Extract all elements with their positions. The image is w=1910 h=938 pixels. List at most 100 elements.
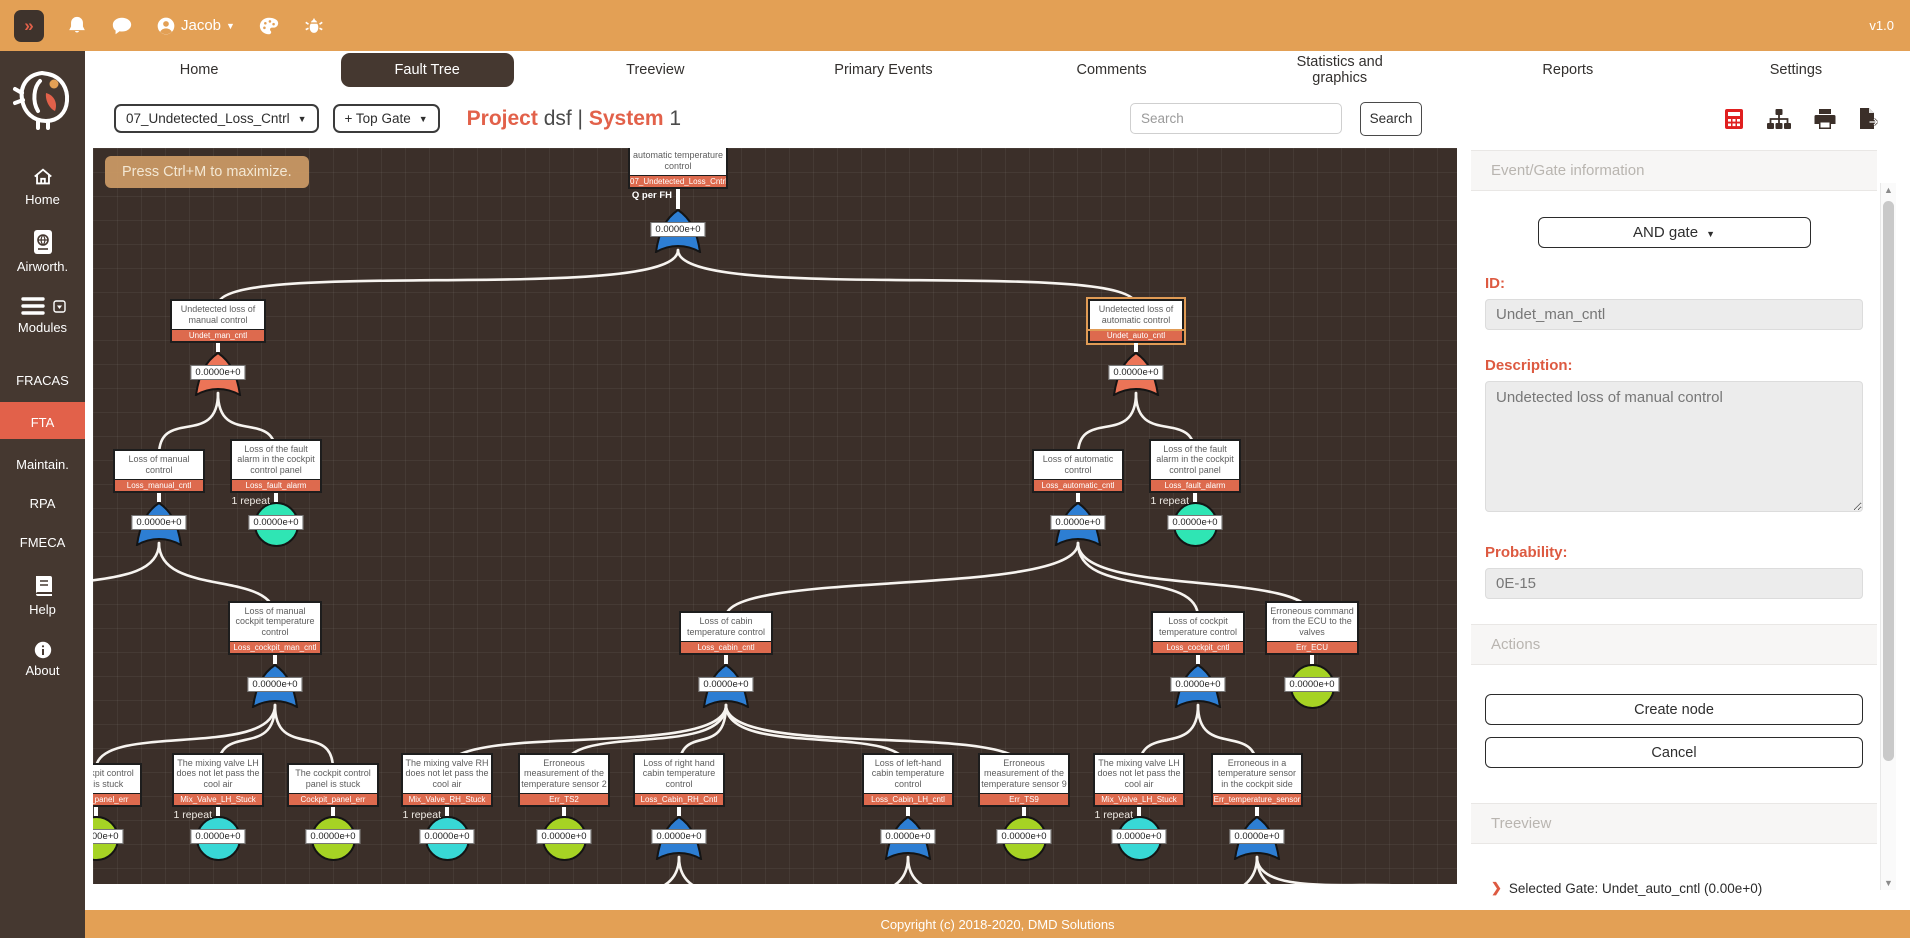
- top-gate-dropdown[interactable]: + Top Gate▼: [333, 104, 440, 133]
- node-description: Loss of automatic control: [1032, 449, 1124, 479]
- tree-node[interactable]: Loss of manual controlLoss_manual_cntl0.…: [113, 479, 205, 546]
- description-label: Description:: [1485, 357, 1863, 374]
- bug-icon[interactable]: [303, 15, 325, 37]
- node-description: The cockpit control panel is stuck: [93, 763, 142, 793]
- node-connector: [1310, 655, 1314, 664]
- gate-type-dropdown[interactable]: AND gate▼: [1538, 217, 1811, 248]
- sidebar-item-about[interactable]: About: [0, 635, 85, 684]
- maximize-tooltip: Press Ctrl+M to maximize.: [105, 156, 309, 188]
- fault-tree-canvas[interactable]: Press Ctrl+M to maximize. Either manual …: [93, 148, 1457, 884]
- node-description: The mixing valve RH does not let pass th…: [401, 753, 493, 793]
- sidebar-item-airworthiness[interactable]: Airworth.: [0, 223, 85, 280]
- export-file-icon[interactable]: [1858, 107, 1878, 130]
- tree-node[interactable]: Loss of manual cockpit temperature contr…: [228, 641, 322, 708]
- tab-fault-tree[interactable]: Fault Tree: [313, 53, 541, 87]
- tree-node[interactable]: Loss of the fault alarm in the cockpit c…: [230, 479, 322, 546]
- tree-node[interactable]: Loss of left-hand cabin temperature cont…: [862, 793, 954, 860]
- chat-icon[interactable]: [110, 15, 134, 37]
- chevron-down-icon: ▼: [226, 21, 235, 31]
- tab-treeview[interactable]: Treeview: [541, 53, 769, 87]
- node-value: 0.0000e+0: [305, 829, 360, 844]
- create-node-button[interactable]: Create node: [1485, 694, 1863, 725]
- tab-statistics[interactable]: Statistics and graphics: [1226, 45, 1454, 95]
- section-treeview: Treeview: [1471, 803, 1877, 844]
- cancel-button[interactable]: Cancel: [1485, 737, 1863, 768]
- calculator-icon[interactable]: [1724, 108, 1744, 130]
- tree-node[interactable]: Undetected loss of manual controlUndet_m…: [170, 329, 266, 396]
- scroll-down-icon[interactable]: ▼: [1881, 878, 1896, 888]
- sidebar-item-help[interactable]: Help: [0, 568, 85, 623]
- node-id-label: Loss_cockpit_man_cntl: [228, 641, 322, 655]
- node-value: 0.0000e+0: [1229, 829, 1284, 844]
- tree-node[interactable]: Loss of cabin temperature controlLoss_ca…: [679, 641, 773, 708]
- tree-node[interactable]: The mixing valve LH does not let pass th…: [172, 793, 264, 860]
- tab-home[interactable]: Home: [85, 53, 313, 87]
- user-menu[interactable]: Jacob ▼: [156, 16, 235, 36]
- tree-node[interactable]: Erroneous measurement of the temperature…: [978, 793, 1070, 860]
- node-connector: [1196, 655, 1200, 664]
- node-description: Erroneous command from the ECU to the va…: [1265, 601, 1359, 641]
- tree-node[interactable]: The cockpit control panel is stuckCockpi…: [93, 793, 142, 860]
- nav-tabs: Home Fault Tree Treeview Primary Events …: [85, 51, 1910, 89]
- node-description: Erroneous measurement of the temperature…: [978, 753, 1070, 793]
- tab-reports[interactable]: Reports: [1454, 53, 1682, 87]
- node-value: 0.0000e+0: [93, 829, 124, 844]
- tree-node[interactable]: Loss of the fault alarm in the cockpit c…: [1149, 479, 1241, 546]
- user-icon: [156, 16, 176, 36]
- sidebar-item-maintain[interactable]: Maintain.: [0, 447, 85, 478]
- tree-node[interactable]: The mixing valve LH does not let pass th…: [1093, 793, 1185, 860]
- node-description: The mixing valve LH does not let pass th…: [172, 753, 264, 793]
- scroll-up-icon[interactable]: ▲: [1881, 185, 1896, 195]
- repeat-label: 1 repeat: [173, 809, 212, 821]
- tree-node[interactable]: Erroneous in a temperature sensor in the…: [1211, 793, 1303, 860]
- tree-node[interactable]: The mixing valve RH does not let pass th…: [401, 793, 493, 860]
- node-value: 0.0000e+0: [650, 222, 705, 237]
- q-per-fh-label: Q per FH: [632, 190, 672, 201]
- fault-tree-select[interactable]: 07_Undetected_Loss_Cntrl▼: [114, 104, 319, 133]
- panel-scrollbar[interactable]: ▲ ▼: [1880, 183, 1896, 890]
- tree-node[interactable]: Loss of right hand cabin temperature con…: [633, 793, 725, 860]
- node-connector: [906, 807, 910, 816]
- sidebar-item-fracas[interactable]: FRACAS: [0, 363, 85, 394]
- footer: Copyright (c) 2018-2020, DMD Solutions: [85, 910, 1910, 938]
- chevron-down-icon: ▼: [298, 114, 307, 124]
- palette-icon[interactable]: [257, 15, 281, 37]
- node-value: 0.0000e+0: [880, 829, 935, 844]
- node-description: Erroneous in a temperature sensor in the…: [1211, 753, 1303, 793]
- node-connector: [1255, 807, 1259, 816]
- print-icon[interactable]: [1814, 108, 1836, 130]
- probability-label: Probability:: [1485, 544, 1863, 561]
- bell-icon[interactable]: [66, 15, 88, 37]
- node-id-label: Err_temperature_sensor: [1211, 793, 1303, 807]
- sitemap-icon[interactable]: [1766, 108, 1792, 130]
- tree-node[interactable]: Erroneous measurement of the temperature…: [518, 793, 610, 860]
- node-id-label: Mix_Valve_RH_Stuck: [401, 793, 493, 807]
- search-input[interactable]: [1130, 103, 1342, 134]
- node-value: 0.0000e+0: [1050, 515, 1105, 530]
- node-description: Loss of cockpit temperature control: [1151, 611, 1245, 641]
- sidebar-item-rpa[interactable]: RPA: [0, 486, 85, 517]
- sidebar-item-fmeca[interactable]: FMECA: [0, 525, 85, 556]
- tab-primary-events[interactable]: Primary Events: [769, 53, 997, 87]
- id-field[interactable]: [1485, 299, 1863, 330]
- tree-node[interactable]: Loss of cockpit temperature controlLoss_…: [1151, 641, 1245, 708]
- probability-field[interactable]: [1485, 568, 1863, 599]
- tree-node[interactable]: Undetected loss of automatic controlUnde…: [1088, 329, 1184, 396]
- sidebar-item-modules[interactable]: Modules: [0, 290, 85, 341]
- description-field[interactable]: Undetected loss of manual control: [1485, 381, 1863, 512]
- sidebar-item-home[interactable]: Home: [0, 160, 85, 213]
- expand-sidebar-button[interactable]: »: [14, 10, 44, 42]
- top-bar: » Jacob ▼ v1.0: [0, 0, 1910, 51]
- scrollbar-thumb[interactable]: [1883, 201, 1894, 761]
- tab-settings[interactable]: Settings: [1682, 53, 1910, 87]
- sidebar-item-fta[interactable]: FTA: [0, 402, 85, 439]
- tree-node[interactable]: The cockpit control panel is stuckCockpi…: [287, 793, 379, 860]
- node-description: Loss of manual cockpit temperature contr…: [228, 601, 322, 641]
- tab-comments[interactable]: Comments: [998, 53, 1226, 87]
- search-button[interactable]: Search: [1360, 102, 1422, 136]
- node-value: 0.0000e+0: [1170, 677, 1225, 692]
- tree-node[interactable]: Erroneous command from the ECU to the va…: [1265, 641, 1359, 708]
- tree-node[interactable]: Loss of automatic controlLoss_automatic_…: [1032, 479, 1124, 546]
- treeview-selected-gate[interactable]: ❯ Selected Gate: Undet_auto_cntl (0.00e+…: [1471, 880, 1877, 896]
- tree-node[interactable]: Either manual or automatic temperature c…: [628, 175, 728, 253]
